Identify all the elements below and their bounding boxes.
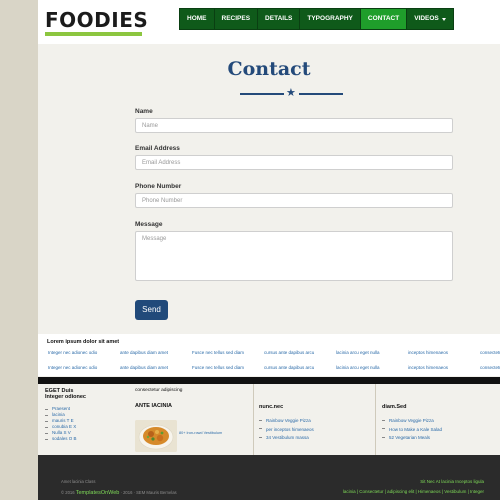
strip-link[interactable]: consectetur (480, 365, 500, 370)
footer-col-4: diam.Sed Rainbow Veggie Pizza How to Mak… (382, 404, 442, 443)
list-item[interactable]: How to Make a Kale Salad (382, 426, 442, 435)
nav-home[interactable]: HOME (180, 9, 215, 29)
nav-contact-label: CONTACT (367, 15, 400, 22)
footer-divider-bar (38, 377, 500, 384)
strip-row-2: Integer nec adionec odio ante dapibus dia… (48, 365, 500, 370)
link-strip: Lorem ipsum dolor sit amet Integer nec a… (38, 334, 500, 376)
message-textarea[interactable]: Message (135, 231, 453, 281)
footer-col-1: EGET Duis Integer odionec Praesent lacin… (45, 388, 86, 442)
nav-home-label: HOME (187, 15, 207, 22)
strip-link[interactable]: lacinia arcu eget nulla (336, 350, 408, 355)
footer-col-3-title: nunc.nec (259, 404, 284, 410)
footer-separator (253, 384, 254, 455)
strip-title: Lorem ipsum dolor sit amet (47, 339, 120, 345)
footer-col-4-title: diam.Sed (382, 404, 407, 410)
chevron-down-icon (441, 17, 446, 21)
nav-contact[interactable]: CONTACT (360, 9, 408, 29)
list-item[interactable]: 52 Vegetarian Meals (382, 434, 442, 443)
nav-details-label: DETAILS (265, 15, 293, 22)
nav-recipes-label: RECIPES (221, 15, 251, 22)
footer-col-2-title: ANTE IACINIA (135, 403, 172, 409)
templates-link[interactable]: TemplatesOnWeb (76, 490, 120, 496)
nav-typography[interactable]: TYPOGRAPHY (300, 9, 361, 29)
page-title: Contact (227, 58, 311, 80)
phone-label: Phone Number (135, 183, 182, 190)
nav-recipes[interactable]: RECIPES (215, 9, 259, 29)
footer-col-2: consectetur adipiscing ANTE IACINIA (135, 388, 182, 409)
left-gutter (0, 0, 38, 500)
list-item[interactable]: Rainbow Veggie Pizza (259, 417, 314, 426)
food-image (135, 420, 177, 452)
food-caption[interactable]: 80+ Iron-rowd Vestibulum (179, 431, 222, 435)
email-field[interactable]: Email Address (135, 155, 453, 170)
nav-typography-label: TYPOGRAPHY (307, 15, 353, 22)
copyright: © 2016 TemplatesOnWeb · 2016 · SEM Mauri… (61, 490, 177, 496)
phone-field[interactable]: Phone Number (135, 193, 453, 208)
send-button[interactable]: Send (135, 300, 168, 320)
footer-col-1-list: Praesent lacinia mauris T E conubia E X … (45, 406, 86, 442)
footer-col-3: nunc.nec Rainbow Veggie Pizza per incept… (259, 404, 314, 443)
divider-line-left (240, 93, 284, 95)
strip-link[interactable]: Fusce nec tellus sed diam (192, 350, 264, 355)
strip-link[interactable]: Integer nec adionec odio (48, 350, 120, 355)
strip-link[interactable]: lacinia arcu eget nulla (336, 365, 408, 370)
footer-col-1-subtitle: Integer odionec (45, 394, 86, 400)
footer-separator (375, 384, 376, 455)
strip-link[interactable]: Integer nec adionec odio (48, 365, 120, 370)
strip-link[interactable]: inceptos himenaeos (408, 350, 480, 355)
strip-link[interactable]: consectetur (480, 350, 500, 355)
site-logo[interactable]: FOODIES (45, 8, 148, 32)
name-label: Name (135, 108, 153, 115)
footer-right-heading: Sit Nec At lacinia Inceptos ligula (420, 479, 484, 484)
star-icon: ★ (286, 87, 296, 99)
copyright-suffix: · 2016 · SEM Mauris Bernelas (120, 490, 177, 495)
title-divider: ★ (240, 87, 343, 99)
page: FOODIES HOME RECIPES DETAILS TYPOGRAPHY … (38, 0, 500, 500)
main-nav: HOME RECIPES DETAILS TYPOGRAPHY CONTACT … (179, 8, 454, 30)
list-item[interactable]: per inceptos himenaeos (259, 426, 314, 435)
email-label: Email Address (135, 145, 180, 152)
nav-videos-label: VIDEOS (414, 15, 439, 22)
footer-col-3-list: Rainbow Veggie Pizza per inceptos himena… (259, 417, 314, 443)
nav-details[interactable]: DETAILS (258, 9, 301, 29)
strip-row-1: Integer nec adionec odio ante dapibus dia… (48, 350, 500, 355)
strip-link[interactable]: ante dapibus diam amet (120, 350, 192, 355)
footer-links[interactable]: lacinia | Consectetur | adipiscing elit … (343, 489, 484, 494)
copyright-year: © 2016 (61, 490, 75, 495)
logo-underline (45, 32, 142, 36)
food-thumbnail[interactable] (135, 420, 177, 452)
strip-link[interactable]: cursus ante dapibus arcu (264, 365, 336, 370)
nav-videos[interactable]: VIDEOS (407, 9, 453, 29)
footer-columns: EGET Duis Integer odionec Praesent lacin… (38, 384, 500, 455)
name-field[interactable]: Name (135, 118, 453, 133)
message-label: Message (135, 221, 163, 228)
list-item[interactable]: sodales O B (45, 436, 86, 442)
strip-link[interactable]: Fusce nec tellus sed diam (192, 365, 264, 370)
list-item[interactable]: Rainbow Veggie Pizza (382, 417, 442, 426)
strip-link[interactable]: ante dapibus diam amet (120, 365, 192, 370)
divider-line-right (299, 93, 343, 95)
footer-col-2-subtitle: consectetur adipiscing (135, 388, 183, 393)
list-item[interactable]: 34 Vestibulum massa (259, 434, 314, 443)
footer-tagline: Amet lacinia Class (61, 479, 96, 484)
strip-link[interactable]: inceptos himenaeos (408, 365, 480, 370)
bottom-footer: Amet lacinia Class © 2016 TemplatesOnWeb… (38, 455, 500, 500)
strip-link[interactable]: cursus ante dapibus arcu (264, 350, 336, 355)
footer-col-4-list: Rainbow Veggie Pizza How to Make a Kale … (382, 417, 442, 443)
header: FOODIES HOME RECIPES DETAILS TYPOGRAPHY … (38, 0, 500, 44)
